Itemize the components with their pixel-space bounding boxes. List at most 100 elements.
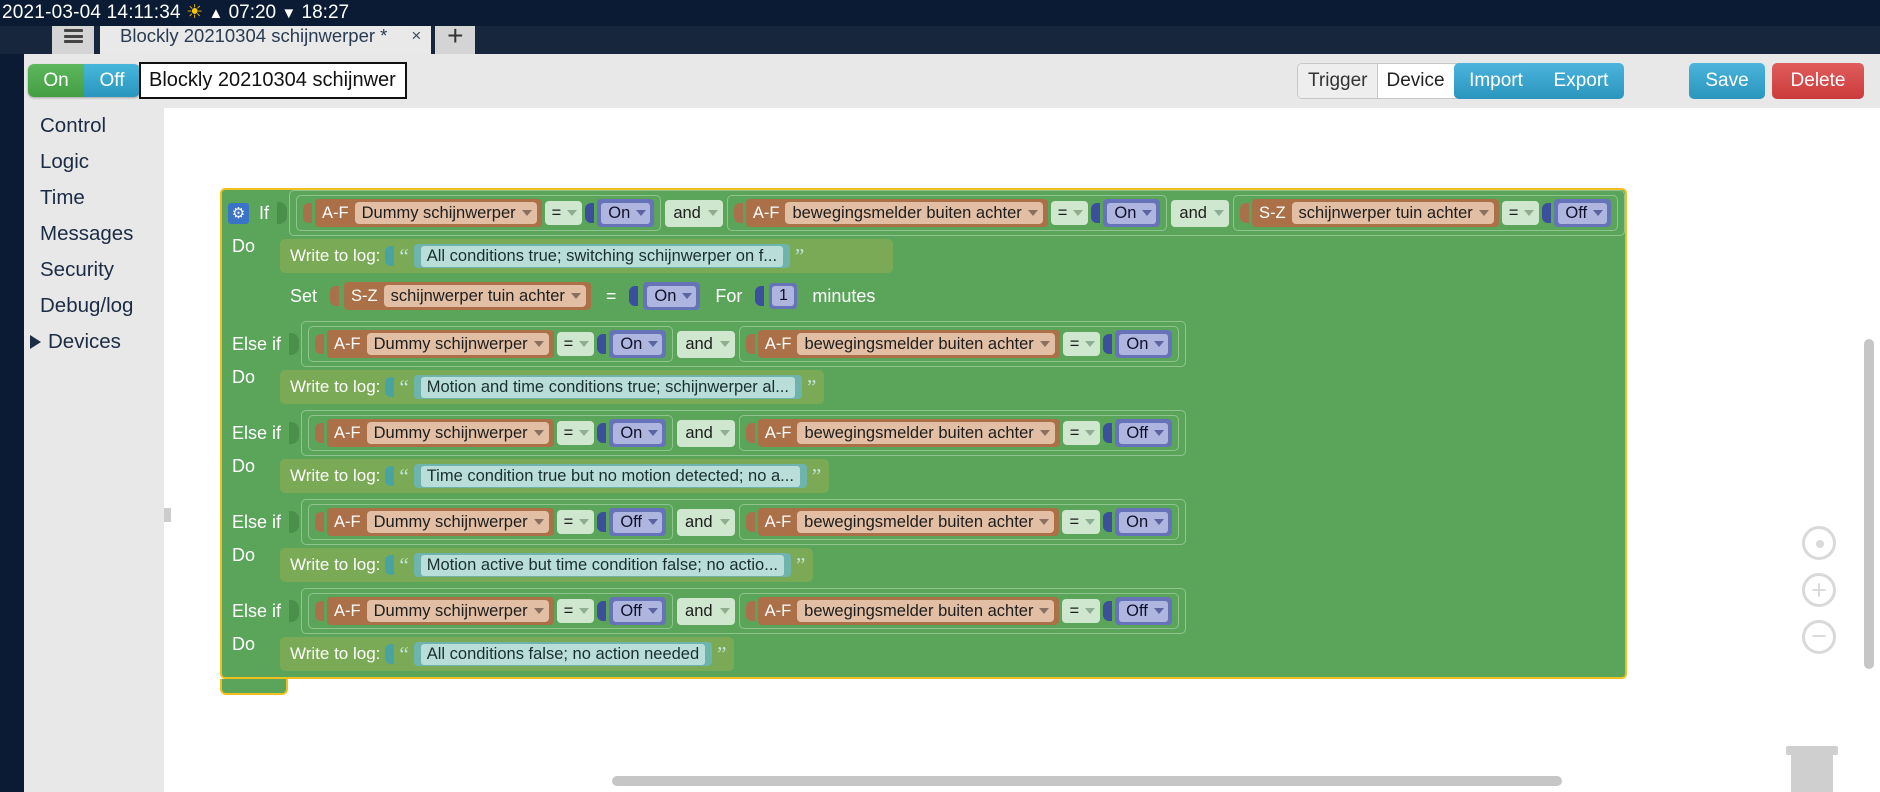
and-operator-dropdown[interactable]: and [677,597,735,625]
delete-button[interactable]: Delete [1772,63,1864,99]
device-dropdown[interactable]: Dummy schijnwerper [366,422,549,444]
state-dropdown[interactable]: On [1107,202,1157,224]
comparison-block[interactable]: A-F bewegingsmelder buiten achter = [738,504,1180,540]
gear-icon[interactable]: ⚙ [228,202,249,224]
state-block[interactable]: Off [1115,419,1173,447]
operator-dropdown[interactable]: = [1501,201,1540,225]
state-block[interactable]: Off [1115,597,1172,625]
and-operator-dropdown[interactable]: and [1171,199,1229,227]
state-dropdown[interactable]: Off [1119,600,1168,622]
device-block[interactable]: A-F bewegingsmelder buiten achter [757,508,1060,536]
state-dropdown[interactable]: On [613,333,663,355]
device-dropdown[interactable]: bewegingsmelder buiten achter [797,422,1055,444]
device-dropdown[interactable]: bewegingsmelder buiten achter [797,511,1055,533]
state-dropdown[interactable]: Off [1558,202,1608,224]
scrollbar-thumb[interactable] [612,776,1562,786]
log-text-block[interactable]: Motion and time conditions true; schijnw… [413,375,802,399]
state-block[interactable]: On [609,419,667,447]
operator-dropdown[interactable]: = [556,332,595,356]
device-block[interactable]: A-F Dummy schijnwerper [327,597,554,625]
export-button[interactable]: Export [1538,63,1624,99]
write-to-log-block[interactable]: Write to log: “ All conditions true; swi… [280,239,894,273]
state-block[interactable]: On [609,330,667,358]
state-dropdown[interactable]: On [1119,511,1169,533]
device-block[interactable]: A-F Dummy schijnwerper [327,330,554,358]
write-to-log-block[interactable]: Write to log: “ Motion active but time c… [280,548,814,582]
script-name-input[interactable] [139,62,407,99]
comparison-block[interactable]: A-F bewegingsmelder buiten achter = [738,326,1180,362]
blockly-workspace[interactable]: ⚙ If A-F Dummy schijnwerper = On and A-F… [188,108,1880,792]
device-dropdown[interactable]: Dummy schijnwerper [366,333,549,355]
and-operator-dropdown[interactable]: and [677,330,735,358]
device-block[interactable]: S-Z schijnwerper tuin achter [344,282,591,310]
comparison-block[interactable]: A-F Dummy schijnwerper = [308,326,674,362]
vertical-scrollbar[interactable] [1864,284,1874,724]
state-block[interactable]: Off [609,508,667,536]
off-button[interactable]: Off [84,64,140,97]
device-block[interactable]: A-F bewegingsmelder buiten achter [757,597,1060,625]
state-block[interactable]: On [597,199,655,227]
write-to-log-block[interactable]: Write to log: “ All conditions false; no… [280,637,735,671]
comparison-block[interactable]: A-F Dummy schijnwerper = [308,504,674,540]
device-dropdown[interactable]: schijnwerper tuin achter [1291,202,1494,224]
sidebar-item-security[interactable]: Security [24,252,164,288]
device-dropdown[interactable]: Dummy schijnwerper [366,511,549,533]
device-block[interactable]: A-F bewegingsmelder buiten achter [745,199,1048,227]
close-icon[interactable]: × [411,26,421,46]
duration-input[interactable]: 1 [772,286,795,306]
and-operator-dropdown[interactable]: and [677,419,735,447]
import-button[interactable]: Import [1454,63,1538,99]
device-block[interactable]: A-F bewegingsmelder buiten achter [757,419,1060,447]
operator-dropdown[interactable]: = [1062,332,1101,356]
state-block[interactable]: On [1115,330,1173,358]
operator-dropdown[interactable]: = [1062,510,1101,534]
horizontal-scrollbar[interactable] [188,776,1880,786]
log-text-block[interactable]: Motion active but time condition false; … [413,553,791,577]
operator-dropdown[interactable]: = [1050,201,1089,225]
operator-dropdown[interactable]: = [556,421,595,445]
state-dropdown[interactable]: Off [613,511,663,533]
operator-dropdown[interactable]: = [1062,421,1101,445]
flyout-scroll-nub[interactable] [164,508,171,522]
operator-dropdown[interactable]: = [556,510,595,534]
state-block[interactable]: On [643,282,701,310]
log-text-block[interactable]: Time condition true but no motion detect… [413,464,807,488]
log-text-block[interactable]: All conditions false; no action needed [413,642,713,666]
zoom-in-button[interactable]: + [1802,573,1836,607]
state-block[interactable]: On [1103,199,1161,227]
comparison-block[interactable]: A-F Dummy schijnwerper = [296,195,662,231]
write-to-log-block[interactable]: Write to log: “ Motion and time conditio… [280,370,825,404]
operator-dropdown[interactable]: = [544,201,583,225]
device-dropdown[interactable]: bewegingsmelder buiten achter [797,333,1055,355]
comparison-block[interactable]: A-F Dummy schijnwerper = [308,593,674,629]
write-to-log-block[interactable]: Write to log: “ Time condition true but … [280,459,830,493]
device-block[interactable]: A-F Dummy schijnwerper [327,508,554,536]
device-block[interactable]: A-F bewegingsmelder buiten achter [757,330,1060,358]
device-block[interactable]: A-F Dummy schijnwerper [327,419,554,447]
scrollbar-thumb[interactable] [1864,339,1874,669]
duration-number-block[interactable]: 1 [769,283,798,309]
comparison-block[interactable]: A-F bewegingsmelder buiten achter = [738,415,1180,451]
and-operator-dropdown[interactable]: and [665,199,723,227]
comparison-block[interactable]: S-Z schijnwerper tuin achter = Off [1232,195,1619,231]
if-block[interactable]: ⚙ If A-F Dummy schijnwerper = On and A-F… [220,188,1628,695]
device-dropdown[interactable]: Dummy schijnwerper [366,600,549,622]
center-target-icon[interactable] [1802,526,1836,560]
state-dropdown[interactable]: Off [1119,422,1169,444]
comparison-block[interactable]: A-F bewegingsmelder buiten achter = [726,195,1168,231]
device-dropdown[interactable]: Dummy schijnwerper [354,202,537,224]
log-text-block[interactable]: All conditions true; switching schijnwer… [413,244,791,268]
state-block[interactable]: Off [1554,199,1612,227]
operator-dropdown[interactable]: = [1062,599,1101,623]
device-dropdown[interactable]: bewegingsmelder buiten achter [785,202,1043,224]
state-dropdown[interactable]: On [613,422,663,444]
state-dropdown[interactable]: Off [613,600,663,622]
sidebar-item-control[interactable]: Control [24,108,164,144]
state-block[interactable]: Off [609,597,667,625]
sidebar-item-devices[interactable]: Devices [24,324,164,360]
state-dropdown[interactable]: On [601,202,651,224]
sidebar-item-debug-log[interactable]: Debug/log [24,288,164,324]
sidebar-item-logic[interactable]: Logic [24,144,164,180]
comparison-block[interactable]: A-F bewegingsmelder buiten achter = [738,593,1179,629]
on-off-toggle[interactable]: On Off [28,64,140,97]
